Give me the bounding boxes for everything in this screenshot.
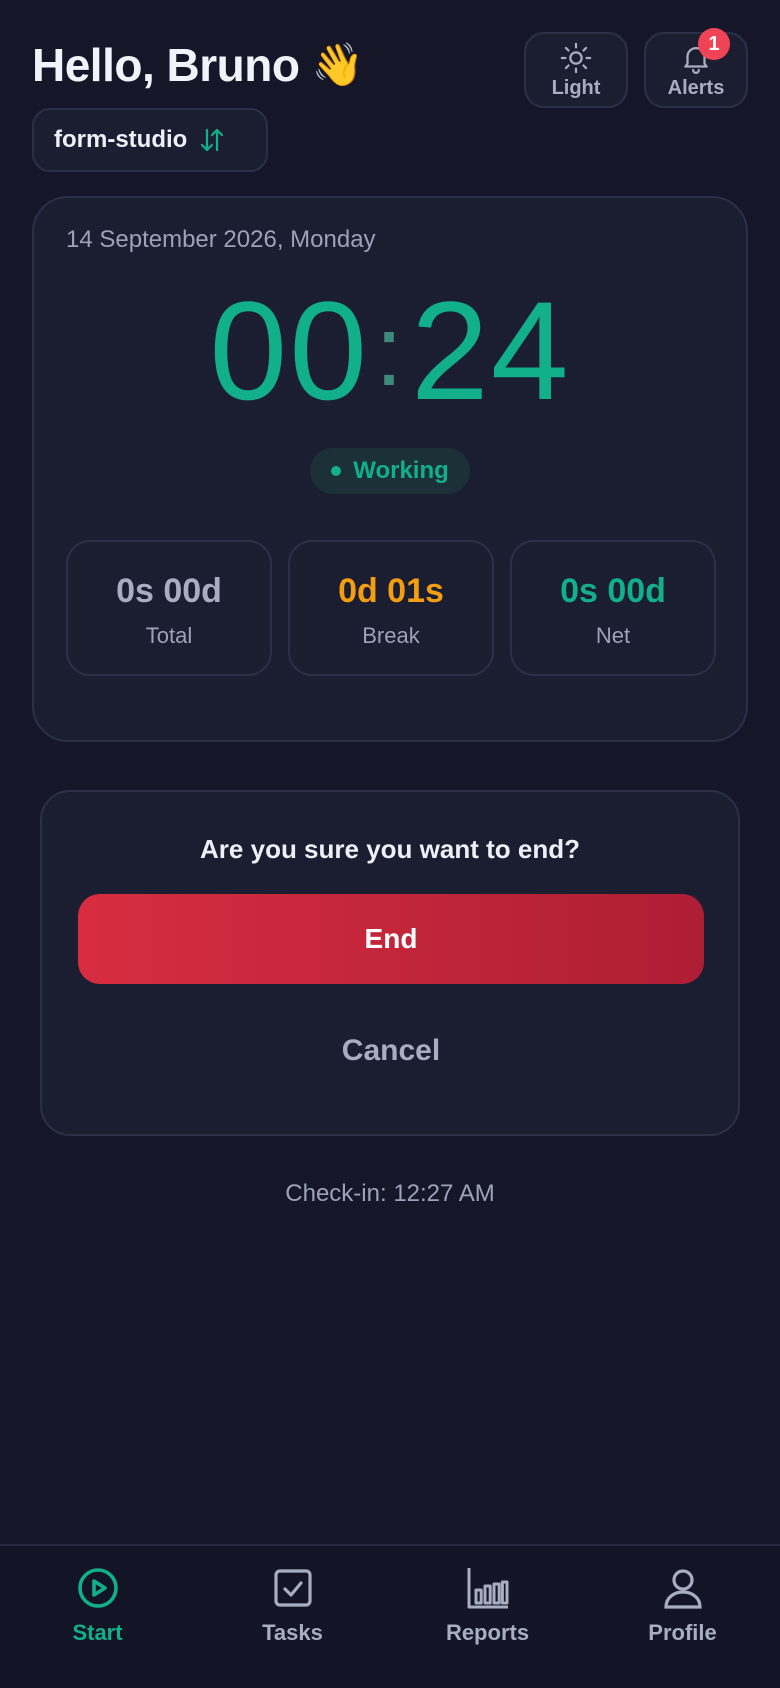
nav-tasks-label: Tasks: [262, 1620, 323, 1645]
theme-toggle-button[interactable]: Light: [524, 32, 628, 108]
nav-item-start[interactable]: Start: [0, 1564, 195, 1646]
sun-icon: [560, 42, 592, 73]
greeting-heading: Hello, Bruno 👋: [32, 38, 364, 92]
checkin-time: Check-in: 12:27 AM: [285, 1180, 495, 1207]
bottom-navigation: Start Tasks Reports Profile: [0, 1544, 780, 1688]
stat-break-value: 0d 01s: [338, 572, 444, 610]
alerts-count-badge: 1: [698, 28, 730, 60]
alerts-button[interactable]: Alerts 1: [644, 28, 748, 108]
status-text: Working: [353, 457, 449, 484]
stat-total-value: 0s 00d: [116, 572, 222, 610]
confirmation-question: Are you sure you want to end?: [200, 834, 580, 864]
stat-break: 0d 01s Break: [288, 540, 494, 676]
clock-hours: 00: [209, 272, 370, 429]
cancel-button[interactable]: Cancel: [78, 1006, 704, 1096]
bar-chart-icon: [467, 1568, 509, 1609]
nav-start-label: Start: [72, 1620, 123, 1645]
nav-item-profile[interactable]: Profile: [585, 1564, 780, 1646]
stat-break-label: Break: [362, 623, 420, 648]
theme-toggle-label: Light: [551, 76, 601, 99]
stat-total: 0s 00d Total: [66, 540, 272, 676]
stat-net-value: 0s 00d: [560, 572, 666, 610]
stat-net: 0s 00d Net: [510, 540, 716, 676]
workspace-switcher[interactable]: form-studio: [32, 108, 268, 172]
clock-separator: :: [375, 295, 405, 407]
stat-net-label: Net: [595, 623, 631, 648]
wave-emoji: 👋: [311, 41, 364, 88]
end-confirmation-card: Are you sure you want to end? End Cancel: [40, 790, 740, 1136]
app-screen: Hello, Bruno 👋 Light Alerts 1 form-studi…: [0, 0, 780, 1688]
status-badge: Working: [310, 448, 470, 494]
greeting-text: Hello, Bruno: [32, 39, 300, 91]
nav-reports-label: Reports: [445, 1620, 530, 1645]
status-dot-icon: [331, 466, 342, 476]
swap-vertical-icon: [201, 128, 224, 152]
nav-profile-label: Profile: [648, 1620, 717, 1645]
play-circle-icon: [77, 1568, 118, 1608]
stat-total-label: Total: [145, 623, 193, 648]
clock-minutes: 24: [410, 272, 571, 429]
end-button[interactable]: End: [78, 894, 704, 984]
checkbox-icon: [273, 1569, 312, 1607]
current-date: 14 September 2026, Monday: [66, 226, 376, 253]
user-icon: [663, 1569, 702, 1609]
nav-item-reports[interactable]: Reports: [390, 1564, 585, 1646]
timer-card: 14 September 2026, Monday 00:24 Working …: [32, 196, 748, 742]
nav-item-tasks[interactable]: Tasks: [195, 1564, 390, 1646]
workspace-name: form-studio: [54, 126, 188, 153]
elapsed-clock: 00:24: [34, 276, 746, 426]
alerts-label: Alerts: [667, 76, 725, 99]
